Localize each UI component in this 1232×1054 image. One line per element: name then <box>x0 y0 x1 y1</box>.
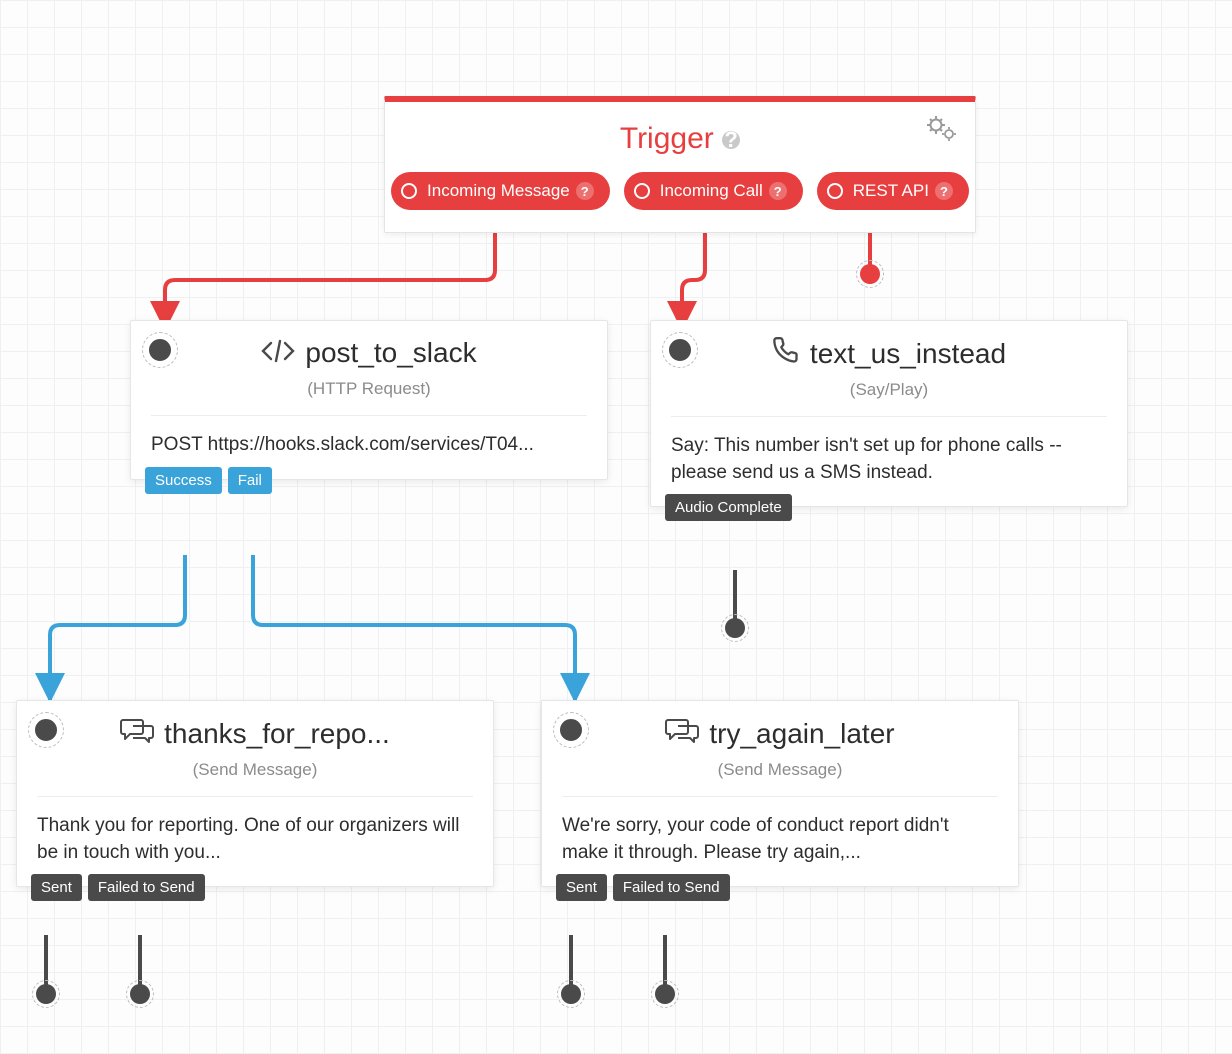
port-thanks-sent[interactable] <box>36 984 56 1004</box>
trigger-option-incoming-call[interactable]: Incoming Call ? <box>624 172 803 210</box>
output-failed[interactable]: Failed to Send <box>88 874 205 901</box>
widget-type: (Send Message) <box>562 760 998 797</box>
widget-body: Thank you for reporting. One of our orga… <box>37 813 473 866</box>
trigger-option-rest-api[interactable]: REST API ? <box>817 172 969 210</box>
option-label: Incoming Message <box>427 181 570 201</box>
radio-icon <box>401 183 417 199</box>
port-thanks-failed[interactable] <box>130 984 150 1004</box>
output-sent[interactable]: Sent <box>556 874 607 901</box>
radio-icon <box>827 183 843 199</box>
widget-name: post_to_slack <box>305 337 476 369</box>
help-icon[interactable]: ? <box>576 182 594 200</box>
output-failed[interactable]: Failed to Send <box>613 874 730 901</box>
widget-name: text_us_instead <box>810 338 1006 370</box>
widget-type: (HTTP Request) <box>151 379 587 416</box>
widget-name: thanks_for_repo... <box>164 718 390 750</box>
trigger-title: Trigger ? <box>399 122 961 156</box>
radio-icon <box>634 183 650 199</box>
output-sent[interactable]: Sent <box>31 874 82 901</box>
code-icon <box>261 338 295 369</box>
output-tags: Success Fail <box>145 467 272 494</box>
widget-body: POST https://hooks.slack.com/services/T0… <box>151 432 587 459</box>
message-icon <box>665 717 699 750</box>
help-icon[interactable]: ? <box>769 182 787 200</box>
trigger-node[interactable]: Trigger ? Incoming Message ? Incoming Ca… <box>384 96 976 233</box>
output-audio-complete[interactable]: Audio Complete <box>665 494 792 521</box>
widget-thanks-for-reporting[interactable]: thanks_for_repo... (Send Message) Thank … <box>16 700 494 887</box>
output-success[interactable]: Success <box>145 467 222 494</box>
widget-name: try_again_later <box>709 718 894 750</box>
port-textus-audiocomplete[interactable] <box>725 618 745 638</box>
widget-body: We're sorry, your code of conduct report… <box>562 813 998 866</box>
trigger-option-incoming-message[interactable]: Incoming Message ? <box>391 172 610 210</box>
output-fail[interactable]: Fail <box>228 467 272 494</box>
input-port[interactable] <box>665 335 695 365</box>
option-label: Incoming Call <box>660 181 763 201</box>
port-try-sent[interactable] <box>561 984 581 1004</box>
phone-icon <box>772 337 800 370</box>
trigger-title-text: Trigger <box>620 122 714 155</box>
widget-post-to-slack[interactable]: post_to_slack (HTTP Request) POST https:… <box>130 320 608 480</box>
output-tags: Sent Failed to Send <box>556 874 730 901</box>
gears-icon[interactable] <box>927 116 957 147</box>
widget-type: (Say/Play) <box>671 380 1107 417</box>
help-icon[interactable]: ? <box>722 131 740 149</box>
input-port[interactable] <box>556 715 586 745</box>
message-icon <box>120 717 154 750</box>
input-port[interactable] <box>145 335 175 365</box>
widget-body: Say: This number isn't set up for phone … <box>671 433 1107 486</box>
help-icon[interactable]: ? <box>935 182 953 200</box>
widget-try-again-later[interactable]: try_again_later (Send Message) We're sor… <box>541 700 1019 887</box>
widget-type: (Send Message) <box>37 760 473 797</box>
input-port[interactable] <box>31 715 61 745</box>
output-tags: Sent Failed to Send <box>31 874 205 901</box>
output-tags: Audio Complete <box>665 494 792 521</box>
port-trigger-restapi[interactable] <box>860 264 880 284</box>
option-label: REST API <box>853 181 929 201</box>
trigger-options: Incoming Message ? Incoming Call ? REST … <box>399 172 961 210</box>
widget-text-us-instead[interactable]: text_us_instead (Say/Play) Say: This num… <box>650 320 1128 507</box>
port-try-failed[interactable] <box>655 984 675 1004</box>
